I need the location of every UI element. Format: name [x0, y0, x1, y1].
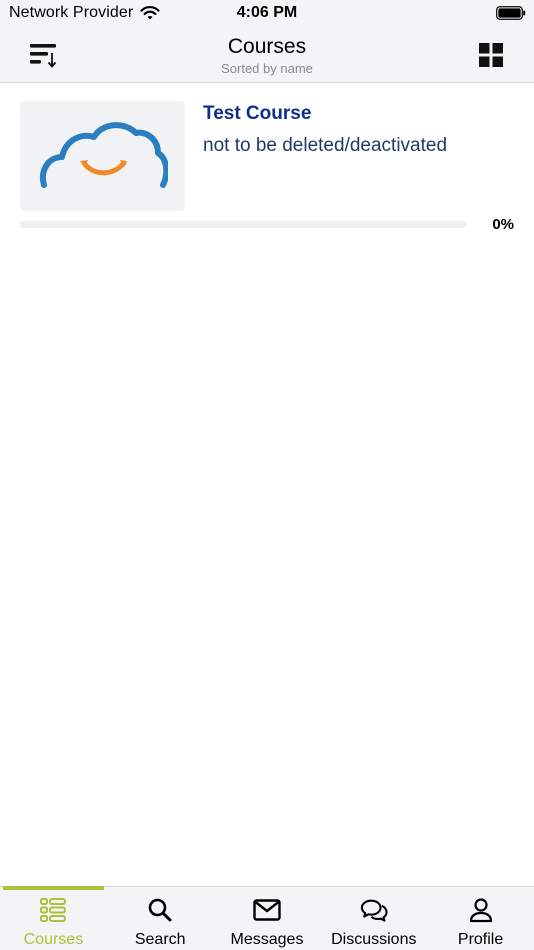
course-title[interactable]: Test Course [203, 103, 311, 125]
envelope-icon [253, 899, 281, 921]
active-tab-indicator [3, 886, 104, 890]
course-progress-label: 0% [492, 216, 514, 233]
tab-label-messages: Messages [230, 931, 304, 948]
tab-label-courses: Courses [23, 931, 84, 948]
tab-label-search: Search [134, 931, 186, 948]
tab-discussions[interactable]: Discussions [320, 887, 427, 950]
course-description: not to be deleted/deactivated [203, 135, 448, 156]
app-root: Network Provider 4:06 PM Courses Sorted … [0, 0, 534, 950]
cloud-smile-logo [39, 122, 168, 188]
tab-search[interactable]: Search [107, 887, 214, 950]
chat-bubbles-icon [360, 899, 388, 922]
nav-header: Courses Sorted by name [0, 28, 534, 83]
course-thumbnail[interactable] [20, 101, 185, 211]
person-icon [469, 898, 492, 923]
tab-courses[interactable]: Courses [0, 886, 107, 950]
sort-subtitle: Sorted by name [221, 61, 313, 76]
tab-bar: Courses Search Messages Discussions Prof… [0, 886, 534, 950]
status-bar: Network Provider 4:06 PM [0, 0, 534, 28]
course-card[interactable]: Test Course not to be deleted/deactivate… [20, 101, 520, 241]
battery-icon [496, 6, 526, 20]
tab-messages[interactable]: Messages [214, 887, 321, 950]
grid-view-icon [479, 43, 503, 67]
courses-list-icon [40, 898, 67, 922]
course-progress-bar [20, 221, 467, 228]
tab-label-discussions: Discussions [331, 931, 417, 948]
page-title: Courses [227, 35, 307, 58]
tab-label-profile: Profile [457, 931, 504, 948]
tab-profile[interactable]: Profile [427, 887, 534, 950]
status-time: 4:06 PM [236, 4, 298, 21]
search-icon [148, 898, 172, 922]
grid-view-button[interactable] [476, 40, 506, 70]
